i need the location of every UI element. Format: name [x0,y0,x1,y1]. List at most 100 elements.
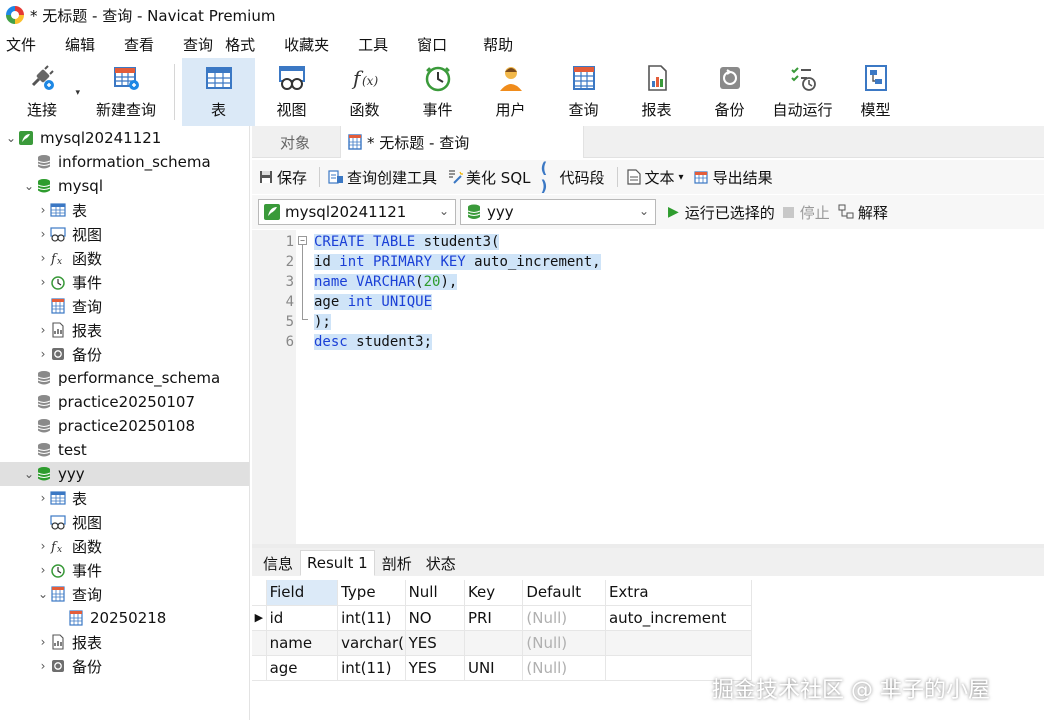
automation-button[interactable]: 自动运行 [766,58,839,126]
tree-item[interactable]: › 事件 [0,270,249,294]
new-query-button[interactable]: 新建查询 [84,58,168,126]
tree-item[interactable]: practice20250107 [0,390,249,414]
table-cell[interactable]: varchar(20) [337,630,406,656]
row-marker[interactable] [252,630,267,656]
model-button[interactable]: 模型 [839,58,912,126]
table-row[interactable]: ▶ id int(11) NO PRI (Null) auto_increment [252,605,753,631]
query-button[interactable]: 查询 [547,58,620,126]
tree-item[interactable]: ⌄ mysql [0,174,249,198]
result-tab[interactable]: 剖析 [375,550,419,576]
table-cell[interactable]: PRI [464,605,524,631]
navigation-tree[interactable]: ⌄ mysql20241121 information_schema ⌄ mysql › 表… [0,126,250,720]
menu-window[interactable]: 窗口 [417,34,447,55]
chevron-right-icon[interactable]: › [36,251,50,265]
tree-item[interactable]: ⌄ yyy [0,462,249,486]
export-result-button[interactable]: 导出结果 [693,167,773,188]
menu-tools[interactable]: 工具 [358,34,388,55]
table-cell[interactable]: NO [405,605,465,631]
tree-item[interactable]: 20250218 [0,606,249,630]
table-cell[interactable]: YES [405,630,465,656]
table-cell[interactable]: int(11) [337,605,406,631]
table-cell[interactable]: (Null) [522,605,606,631]
table-row[interactable]: age int(11) YES UNI (Null) [252,655,753,681]
view-button[interactable]: 视图 [255,58,328,126]
chevron-right-icon[interactable]: › [36,491,50,505]
tree-item[interactable]: › 备份 [0,654,249,678]
column-header[interactable]: Type [337,580,406,606]
table-cell[interactable]: YES [405,655,465,681]
menu-help[interactable]: 帮助 [483,34,513,55]
table-cell[interactable]: name [266,630,339,656]
tree-item[interactable]: › 事件 [0,558,249,582]
tree-item[interactable]: 查询 [0,294,249,318]
table-cell[interactable] [464,630,524,656]
tree-item[interactable]: ⌄ 查询 [0,582,249,606]
menu-view[interactable]: 查看 [124,34,154,55]
menu-edit[interactable]: 编辑 [65,34,95,55]
tree-item[interactable]: ⌄ mysql20241121 [0,126,249,150]
user-button[interactable]: 用户 [474,58,547,126]
result-grid[interactable]: Field Type Null Key Default Extra ▶ id int(11) N… [252,580,753,681]
chevron-down-icon[interactable]: ▾ [679,172,684,183]
chevron-down-icon[interactable]: ⌄ [22,179,36,193]
column-header[interactable]: Key [464,580,524,606]
chevron-right-icon[interactable]: › [36,227,50,241]
save-button[interactable]: 保存 [258,167,307,188]
table-cell[interactable]: int(11) [337,655,406,681]
tree-item[interactable]: practice20250108 [0,414,249,438]
tree-item[interactable]: › 表 [0,198,249,222]
connection-select[interactable]: mysql20241121 ⌄ [258,199,456,225]
tree-item[interactable]: information_schema [0,150,249,174]
fold-toggle-icon[interactable]: − [298,236,307,245]
explain-button[interactable]: 解释 [838,202,888,223]
tree-item[interactable]: test [0,438,249,462]
column-header[interactable]: Null [405,580,465,606]
tree-item[interactable]: › f x 函数 [0,534,249,558]
tree-item[interactable]: › 备份 [0,342,249,366]
table-cell[interactable]: (Null) [522,630,606,656]
tree-item[interactable]: 视图 [0,510,249,534]
chevron-down-icon[interactable]: ⌄ [4,131,18,145]
table-cell[interactable]: age [266,655,339,681]
tree-item[interactable]: › 报表 [0,630,249,654]
column-header[interactable]: Field [266,580,339,606]
chevron-down-icon[interactable]: ▾ [75,88,80,98]
menu-favorites[interactable]: 收藏夹 [284,34,329,55]
table-button[interactable]: 表 [182,58,255,126]
backup-button[interactable]: 备份 [693,58,766,126]
event-button[interactable]: 事件 [401,58,474,126]
table-cell[interactable] [605,630,753,656]
run-selected-button[interactable]: ▶ 运行已选择的 [668,202,775,223]
chevron-right-icon[interactable]: › [36,347,50,361]
menu-file[interactable]: 文件 [6,34,36,55]
column-header[interactable]: Extra [605,580,753,606]
table-cell[interactable]: UNI [464,655,524,681]
chevron-down-icon[interactable]: ⌄ [36,587,50,601]
code-snippet-button[interactable]: ( ) 代码段 [541,159,605,195]
chevron-down-icon[interactable]: ⌄ [22,467,36,481]
tab-query[interactable]: * 无标题 - 查询 [340,126,584,158]
tab-objects[interactable]: 对象 [252,126,338,158]
tree-item[interactable]: › 表 [0,486,249,510]
tree-item[interactable]: › 视图 [0,222,249,246]
report-button[interactable]: 报表 [620,58,693,126]
row-marker[interactable] [252,655,267,681]
database-select[interactable]: yyy ⌄ [460,199,656,225]
table-cell[interactable]: (Null) [522,655,606,681]
tree-item[interactable]: performance_schema [0,366,249,390]
table-cell[interactable]: auto_increment [605,605,753,631]
function-button[interactable]: f (x) 函数 [328,58,401,126]
chevron-right-icon[interactable]: › [36,563,50,577]
menu-query[interactable]: 查询 [183,34,213,55]
result-tab[interactable]: 状态 [419,550,463,576]
beautify-sql-button[interactable]: 美化 SQL [447,167,531,188]
chevron-right-icon[interactable]: › [36,323,50,337]
tree-item[interactable]: › f x 函数 [0,246,249,270]
query-builder-button[interactable]: 查询创建工具 [328,167,437,188]
text-button[interactable]: 文本 ▾ [626,167,684,188]
chevron-right-icon[interactable]: › [36,203,50,217]
sql-editor[interactable]: 1 2 3 4 5 6 − CREATE TABLE student3(id int PR… [252,230,1044,544]
connect-button[interactable]: 连接 ▾ [0,58,84,126]
column-header[interactable]: Default [522,580,606,606]
tree-item[interactable]: › 报表 [0,318,249,342]
